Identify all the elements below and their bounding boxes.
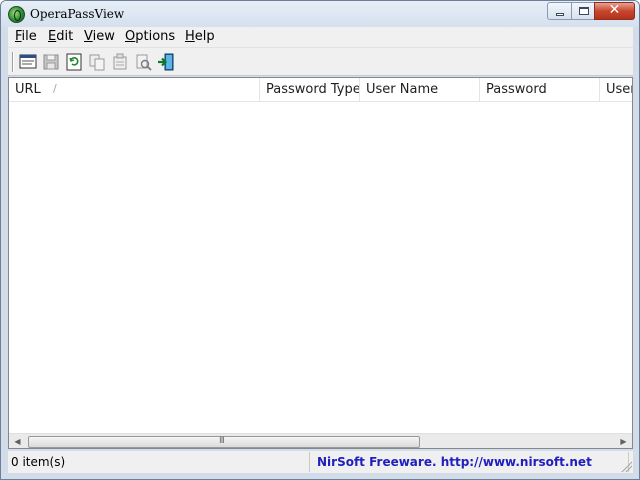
save-button[interactable] bbox=[41, 52, 61, 72]
exit-icon bbox=[158, 53, 174, 71]
properties-icon bbox=[113, 53, 127, 70]
refresh-button[interactable] bbox=[64, 52, 84, 72]
scroll-grip-icon: III bbox=[219, 436, 225, 446]
html-report-button[interactable] bbox=[18, 52, 38, 72]
scroll-thumb[interactable]: III bbox=[28, 436, 420, 448]
horizontal-scrollbar[interactable]: ◀ III ▶ bbox=[9, 433, 632, 448]
column-header-password-type[interactable]: Password Type bbox=[260, 78, 360, 102]
toolbar-grip bbox=[12, 52, 14, 72]
column-header-label: URL bbox=[15, 82, 41, 97]
scroll-left-icon[interactable]: ◀ bbox=[9, 434, 26, 448]
copy-icon bbox=[89, 54, 105, 71]
nirsoft-link[interactable]: NirSoft Freeware. http://www.nirsoft.net bbox=[314, 452, 629, 472]
password-list[interactable]: URL / Password Type User Name Password U… bbox=[8, 77, 633, 449]
scroll-right-icon[interactable]: ▶ bbox=[615, 434, 632, 448]
title-bar[interactable]: OperaPassView ✕ bbox=[1, 1, 639, 27]
menu-help[interactable]: Help bbox=[185, 29, 215, 44]
exit-button[interactable] bbox=[156, 52, 176, 72]
properties-button[interactable] bbox=[110, 52, 130, 72]
app-window: OperaPassView ✕ File Edit View Options H… bbox=[0, 0, 640, 480]
sort-indicator-icon: / bbox=[53, 82, 57, 95]
column-header-url[interactable]: URL / bbox=[9, 78, 260, 102]
save-icon bbox=[43, 54, 59, 70]
column-header-user[interactable]: User bbox=[600, 78, 632, 102]
html-report-icon bbox=[19, 54, 37, 69]
menu-options[interactable]: Options bbox=[125, 29, 175, 44]
close-button[interactable]: ✕ bbox=[594, 2, 635, 20]
app-icon[interactable] bbox=[8, 6, 25, 23]
column-header-user-name[interactable]: User Name bbox=[360, 78, 480, 102]
maximize-icon bbox=[579, 7, 589, 15]
menu-edit[interactable]: Edit bbox=[48, 29, 73, 44]
minimize-icon bbox=[556, 13, 564, 16]
minimize-button[interactable] bbox=[547, 2, 572, 20]
window-title: OperaPassView bbox=[30, 7, 125, 21]
close-icon: ✕ bbox=[608, 2, 621, 18]
item-count: 0 item(s) bbox=[8, 452, 310, 472]
menu-file[interactable]: File bbox=[15, 29, 37, 44]
find-icon bbox=[136, 54, 152, 71]
copy-button[interactable] bbox=[87, 52, 107, 72]
refresh-icon bbox=[66, 53, 82, 71]
maximize-button[interactable] bbox=[571, 2, 595, 20]
resize-grip-icon[interactable] bbox=[620, 460, 632, 472]
column-header-password[interactable]: Password bbox=[480, 78, 600, 102]
menu-view[interactable]: View bbox=[84, 29, 115, 44]
list-header: URL / Password Type User Name Password U… bbox=[9, 78, 632, 102]
find-button[interactable] bbox=[133, 52, 153, 72]
menu-bar: File Edit View Options Help bbox=[8, 27, 633, 48]
status-bar: 0 item(s) NirSoft Freeware. http://www.n… bbox=[8, 451, 633, 473]
list-body[interactable] bbox=[9, 102, 632, 432]
toolbar bbox=[8, 48, 633, 76]
